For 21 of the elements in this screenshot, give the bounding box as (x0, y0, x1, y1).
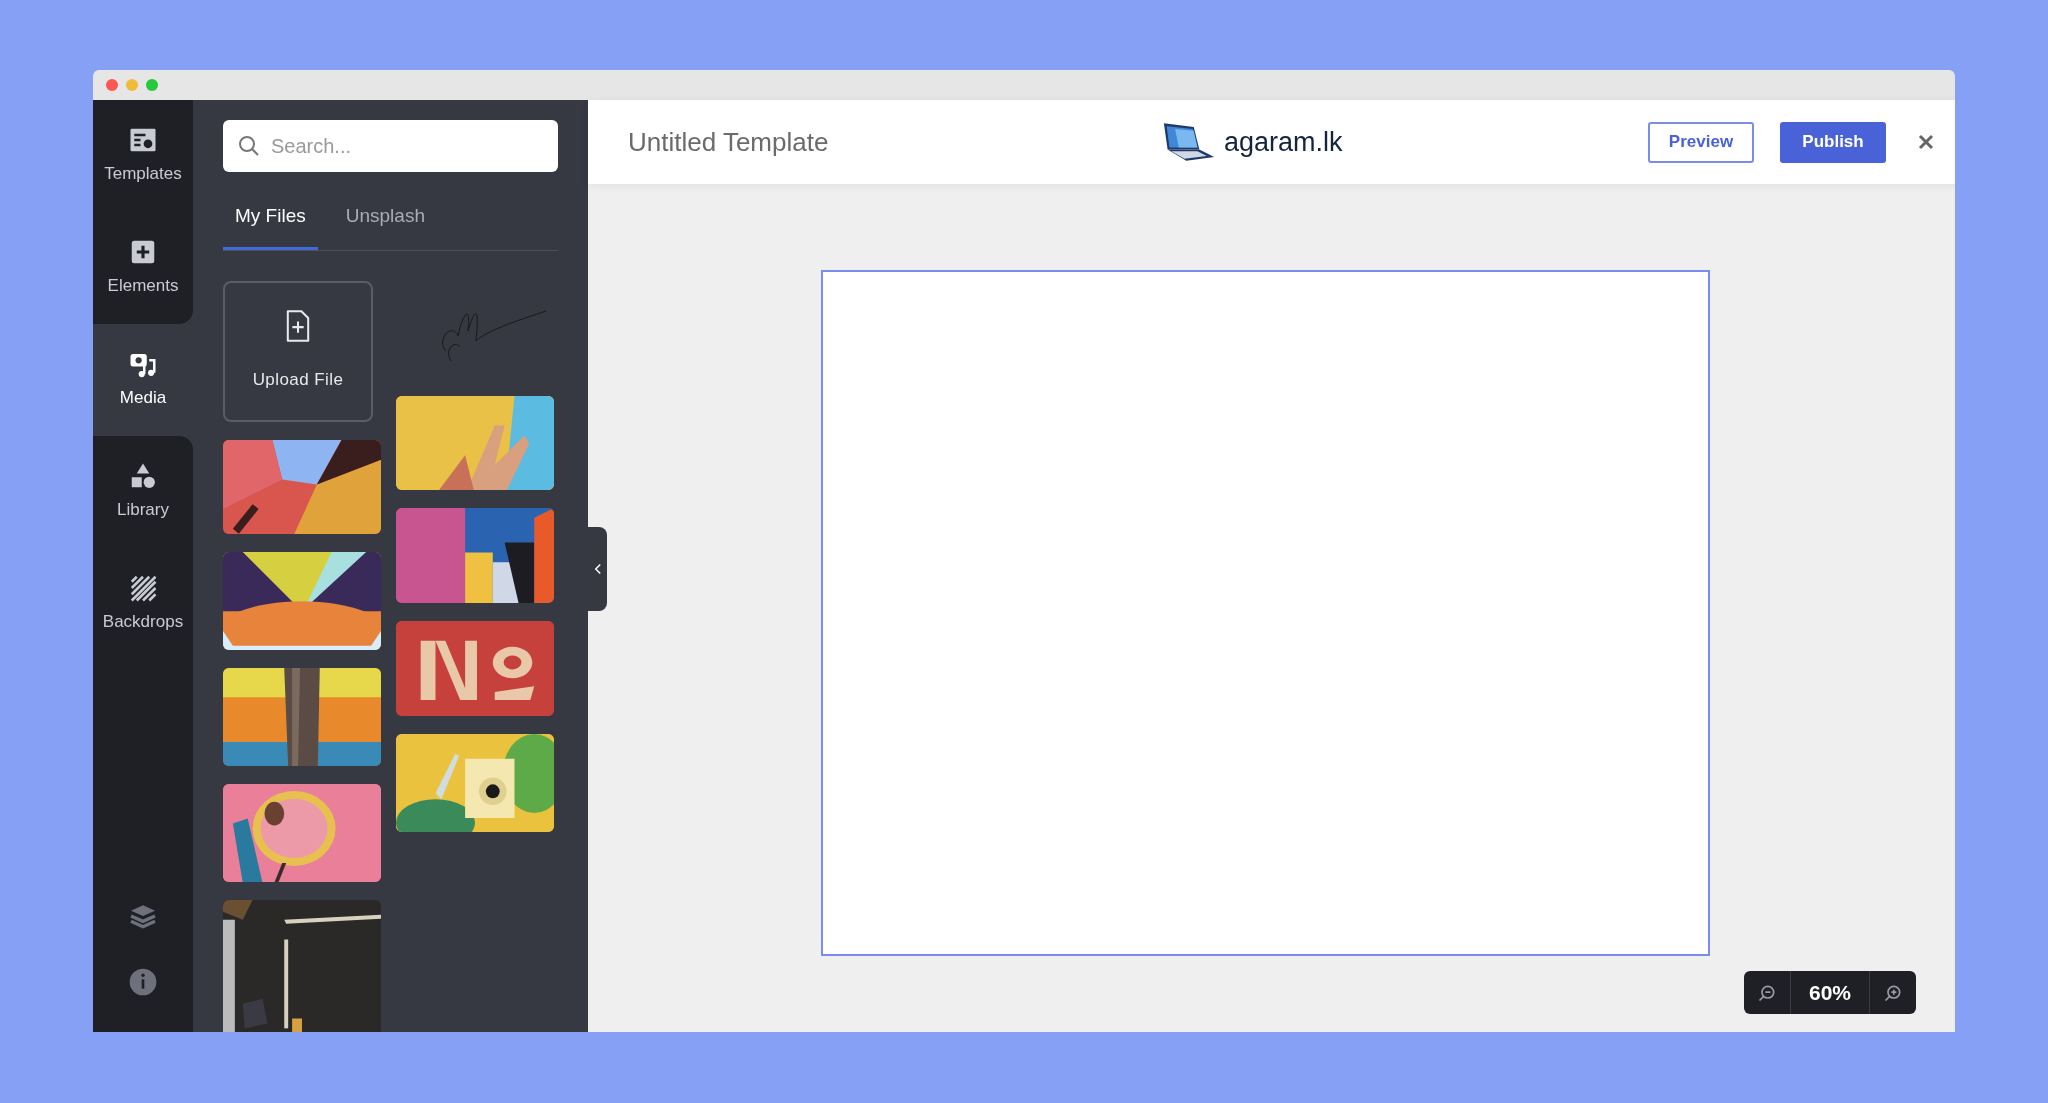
diagonal-lines-icon (128, 573, 158, 604)
collapse-panel-button[interactable] (588, 527, 607, 611)
zoom-level: 60% (1808, 979, 1852, 1006)
logo-text: agaram.lk (1224, 125, 1343, 159)
preview-button[interactable]: Preview (1648, 121, 1754, 163)
upload-file-button[interactable]: Upload File (223, 280, 373, 422)
rail-tab[interactable]: Elements (93, 212, 193, 324)
tab[interactable]: Unsplash (333, 192, 437, 250)
publish-button[interactable]: Publish (1780, 121, 1886, 163)
close-icon[interactable] (1918, 134, 1934, 150)
file-plus-icon (284, 309, 312, 344)
template-title[interactable]: Untitled Template (628, 122, 1162, 162)
rail-tab[interactable]: Media (93, 324, 193, 436)
search-field[interactable]: Search... (223, 120, 558, 172)
tab[interactable]: My Files (223, 192, 318, 250)
search-icon (237, 134, 261, 158)
rail-tab[interactable]: Backdrops (93, 548, 193, 660)
chevron-left-icon (593, 563, 602, 575)
rail-tab[interactable]: Templates (93, 100, 193, 212)
info-icon[interactable] (127, 966, 159, 998)
rail-tab[interactable]: Library (93, 436, 193, 548)
